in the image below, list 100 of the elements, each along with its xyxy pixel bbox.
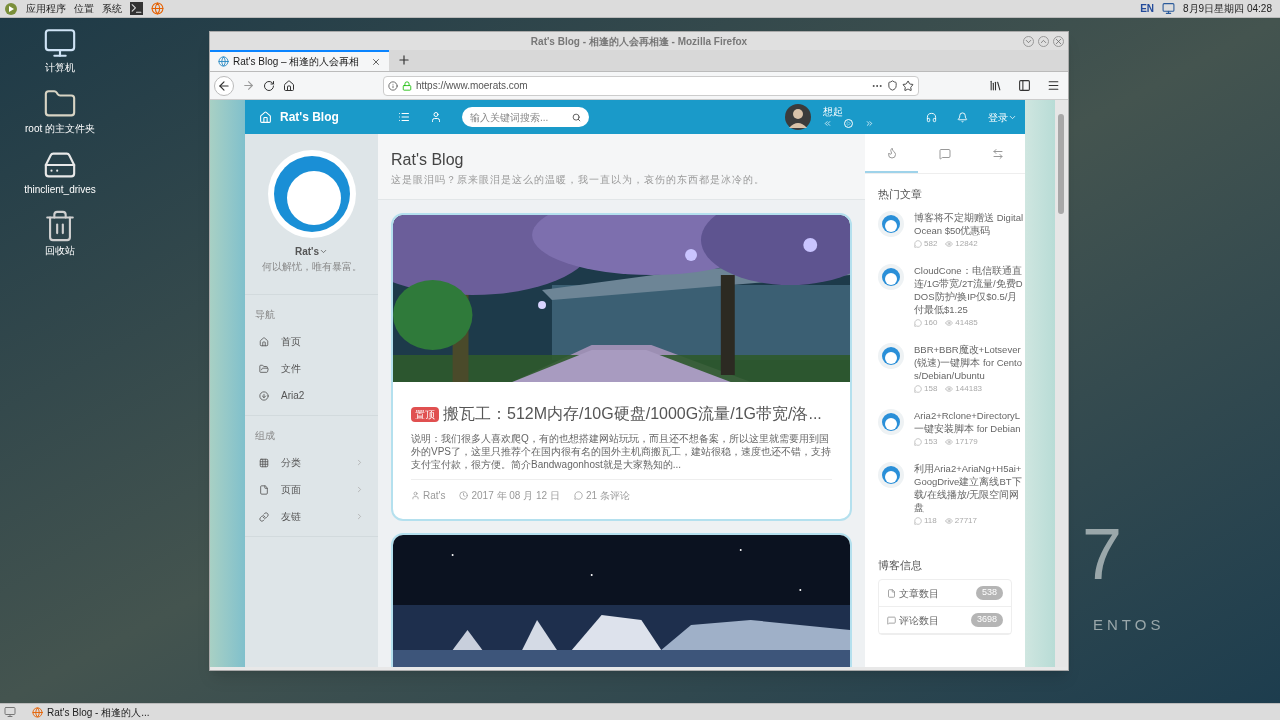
article-title[interactable]: BBR+BBR魔改+Lotsever(锐速)一键脚本 for Centos/Debian/Ubuntu (914, 342, 1024, 382)
comment-icon (887, 615, 896, 625)
file-icon (259, 484, 269, 495)
article-title[interactable]: 利用Aria2+AriaNg+H5ai+GoogDrive建立离线BT下载/在线播放/无限空间网盘 (914, 461, 1024, 514)
menu-toggle-icon[interactable] (398, 111, 410, 123)
chevron-icon (355, 512, 364, 521)
new-tab-icon[interactable] (397, 53, 412, 67)
comment-icon (914, 384, 922, 393)
panel-menu[interactable]: 系统 (102, 1, 122, 16)
article-title[interactable]: Aria2+Rclone+DirectoryL一键安装脚本 for Debian (914, 408, 1024, 435)
taskbar-item[interactable]: Rat's Blog - 相逢的人... (24, 704, 158, 720)
pinned-badge: 置顶 (411, 406, 439, 422)
post-excerpt: 说明：我们很多人喜欢爬Q，有的也想搭建网站玩玩，而且还不想备案，所以这里就需要用到国外的VPS了，这里只推荐个在国内很有名的国外主机商搬瓦工，建站很稳，速度也还不错，支持支付宝付款，很方便。简介Bandwagonhost就是大家熟知的... (411, 432, 832, 471)
close-tab-icon[interactable] (371, 56, 382, 67)
article-thumbnail (878, 461, 904, 488)
info-row: 文章数目 538 (879, 580, 1011, 607)
clock-icon (459, 491, 469, 500)
comment-icon (914, 239, 922, 248)
count-badge: 538 (975, 586, 1003, 600)
section-heading: 热门文章 (877, 187, 923, 202)
nav-item[interactable]: 页面 (245, 476, 378, 503)
home-icon (259, 110, 272, 124)
article-title[interactable]: 博客将不定期赠送 DigitalOcean $50优惠码 (914, 210, 1024, 237)
page-title: Rat's Blog (391, 150, 465, 170)
star-icon[interactable] (902, 79, 914, 92)
address-bar[interactable]: https://www.moerats.com (383, 75, 919, 96)
show-desktop-icon[interactable] (4, 706, 16, 718)
info-icon[interactable] (388, 80, 398, 91)
eye-icon (945, 384, 954, 393)
nav-item[interactable]: 首页 (245, 328, 378, 355)
post-date: 2017 年 08 月 12 日 (471, 489, 560, 503)
download-icon (259, 390, 269, 401)
next-icon[interactable] (865, 118, 874, 128)
caret-icon (319, 247, 329, 256)
nav-item[interactable]: 友链 (245, 503, 378, 530)
grid-icon (259, 457, 269, 468)
search-field[interactable]: 输入关键词搜索... (462, 107, 589, 127)
profile-motto: 何以解忧，唯有暴富。 (261, 260, 362, 274)
activities-icon[interactable] (4, 1, 18, 16)
comment-count: 153 (914, 435, 938, 448)
article-title[interactable]: CloudCone：电信联通直连/1G带宽/2T流量/免费DDOS防护/换IP仅$0.5/月付最低$1.25 (914, 263, 1024, 316)
nav-heading: 组成 (254, 429, 276, 443)
computer-icon[interactable] (43, 26, 77, 60)
back-icon[interactable] (214, 75, 234, 96)
input-method[interactable]: EN (1140, 1, 1155, 16)
view-count: 41485 (945, 316, 978, 329)
os-name-text: ENTOS (1093, 615, 1165, 635)
view-count: 17179 (945, 435, 978, 448)
panel-menu[interactable]: 位置 (74, 1, 94, 16)
eye-icon (945, 239, 954, 248)
count-badge: 3698 (970, 613, 1003, 627)
comment-count: 118 (914, 514, 937, 527)
view-count: 12842 (945, 237, 978, 250)
window-title: Rat's Blog - 相逢的人会再相逢 - Mozilla Firefox (530, 34, 748, 49)
home-icon[interactable] (283, 79, 295, 92)
link-icon (259, 511, 269, 522)
section-heading: 博客信息 (877, 557, 923, 573)
site-icon (218, 56, 229, 67)
view-count: 27717 (944, 514, 977, 527)
folder-icon (259, 363, 269, 374)
trash-icon[interactable] (43, 209, 77, 243)
desktop-icon-label[interactable]: root 的主文件夹 (25, 121, 95, 136)
menu-icon[interactable] (1047, 79, 1060, 92)
eye-icon (945, 437, 954, 446)
search-icon[interactable] (572, 112, 581, 122)
profile-name[interactable]: Rat's (294, 244, 329, 259)
forward-icon[interactable] (242, 79, 255, 92)
comment-icon (914, 437, 922, 446)
nav-item[interactable]: 分类 (245, 449, 378, 476)
comment-icon (573, 491, 583, 500)
nav-heading: 导航 (254, 308, 276, 322)
comment-icon (914, 318, 922, 327)
view-count: 144183 (945, 382, 983, 395)
article-thumbnail (878, 342, 904, 369)
headphones-icon[interactable] (926, 111, 937, 123)
nav-item[interactable]: Aria2 (245, 382, 378, 409)
nav-item[interactable]: 文件 (245, 355, 378, 382)
eye-icon (945, 318, 954, 327)
home-icon (259, 336, 269, 347)
desktop-icon-label[interactable]: 计算机 (45, 60, 75, 75)
previous-icon[interactable] (823, 118, 832, 128)
flame-icon (885, 146, 898, 159)
clock[interactable]: 8月9日星期四 04:28 (1183, 1, 1276, 16)
browser-tab[interactable]: Rat's Blog – 相逢的人会再相 (210, 50, 390, 71)
library-icon[interactable] (989, 79, 1002, 92)
reload-icon[interactable] (263, 79, 275, 92)
shield-icon[interactable] (887, 80, 898, 91)
desktop-icon-label[interactable]: thinclient_drives (24, 182, 96, 197)
user-icon[interactable] (430, 111, 442, 123)
desktop-icon-label[interactable]: 回收站 (45, 243, 75, 258)
browser-icon[interactable] (151, 2, 164, 15)
file-icon (887, 588, 896, 598)
comment-count: 582 (914, 237, 938, 250)
panel-menu[interactable]: 应用程序 (26, 1, 66, 16)
post-title[interactable]: 搬瓦工：512M内存/10G硬盘/1000G流量/1G带宽/洛... (443, 402, 822, 426)
network-icon[interactable] (1162, 2, 1176, 15)
sidebar-icon[interactable] (1018, 79, 1031, 92)
user-icon (411, 491, 420, 500)
bell-icon[interactable] (957, 111, 968, 123)
terminal-icon[interactable] (130, 2, 143, 15)
